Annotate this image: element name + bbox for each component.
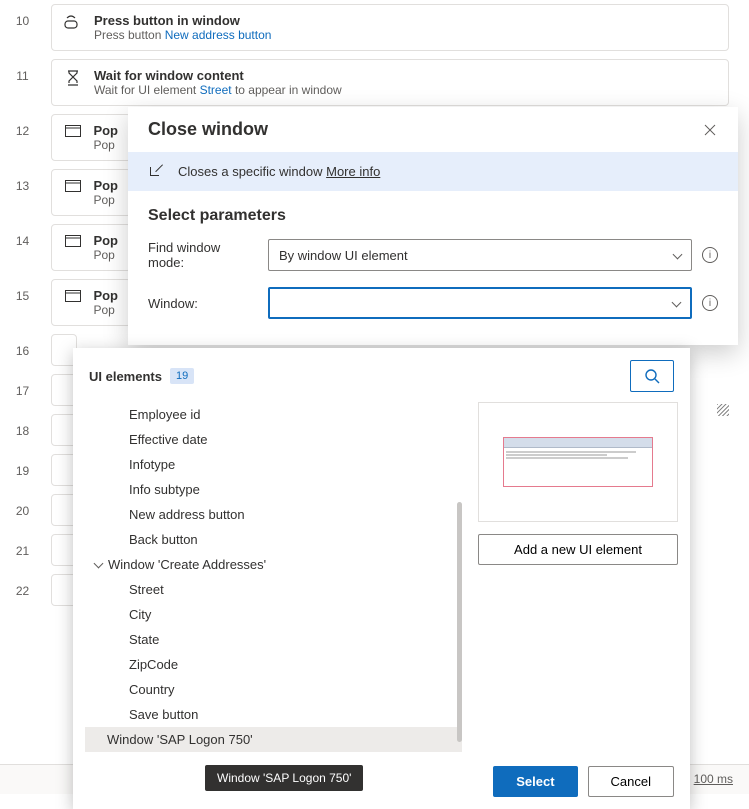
search-icon: [644, 368, 660, 384]
step-title: Pop: [93, 233, 118, 248]
step-subtitle: Wait for UI element Street to appear in …: [94, 83, 342, 97]
info-banner: Closes a specific window More info: [128, 152, 738, 191]
step-number: 10: [0, 0, 45, 28]
tree-item[interactable]: Country: [85, 677, 462, 702]
element-count-badge: 19: [170, 368, 194, 384]
step-title: Pop: [93, 123, 118, 138]
tree-group[interactable]: Window 'Create Addresses': [85, 552, 462, 577]
info-icon[interactable]: i: [702, 247, 718, 263]
window-label: Window:: [148, 296, 258, 311]
window-icon: [64, 233, 81, 247]
find-window-mode-row: Find window mode: By window UI element i: [128, 231, 738, 279]
close-icon[interactable]: [702, 122, 718, 138]
search-button[interactable]: [630, 360, 674, 392]
tree-item[interactable]: Effective date: [85, 427, 462, 452]
window-icon: [64, 178, 81, 192]
ui-elements-dropdown: UI elements 19 Employee id Effective dat…: [73, 348, 690, 809]
scrollbar[interactable]: [457, 502, 462, 742]
find-mode-select[interactable]: By window UI element: [268, 239, 692, 271]
step-card[interactable]: Press button in window Press button New …: [51, 4, 729, 51]
step-11[interactable]: 11 Wait for window content Wait for UI e…: [0, 55, 749, 110]
banner-description: Closes a specific window More info: [178, 164, 380, 179]
tree-item[interactable]: Back button: [85, 527, 462, 552]
step-title: Pop: [93, 178, 118, 193]
step-10[interactable]: 10 Press button in window Press button N…: [0, 0, 749, 55]
dropdown-title: UI elements: [89, 369, 162, 384]
window-icon: [64, 288, 81, 302]
select-button[interactable]: Select: [493, 766, 577, 797]
window-icon: [64, 123, 81, 137]
add-ui-element-button[interactable]: Add a new UI element: [478, 534, 678, 565]
tree-item[interactable]: Street: [85, 577, 462, 602]
dialog-title: Close window: [148, 119, 268, 140]
preview-thumbnail: [478, 402, 678, 522]
tree-item-hovered[interactable]: Window 'SAP Logon 750': [85, 727, 462, 752]
step-title: Press button in window: [94, 13, 271, 28]
press-icon: [64, 13, 82, 29]
section-title: Select parameters: [128, 191, 738, 231]
link-new-address[interactable]: New address button: [165, 28, 272, 42]
find-mode-label: Find window mode:: [148, 240, 258, 270]
chevron-down-icon: [95, 557, 102, 572]
ui-element-tree[interactable]: Employee id Effective date Infotype Info…: [85, 402, 462, 752]
step-number: 12: [0, 110, 45, 138]
tree-item[interactable]: Save button: [85, 702, 462, 727]
chevron-down-icon: [673, 296, 680, 311]
tree-item[interactable]: Employee id: [85, 402, 462, 427]
step-card[interactable]: Pop Pop: [51, 169, 131, 216]
info-icon[interactable]: i: [702, 295, 718, 311]
hourglass-icon: [64, 68, 82, 86]
tree-item[interactable]: Infotype: [85, 452, 462, 477]
link-street[interactable]: Street: [200, 83, 232, 97]
step-subtitle: Pop: [93, 303, 118, 317]
step-number: 15: [0, 275, 45, 303]
cancel-button[interactable]: Cancel: [588, 766, 674, 797]
chevron-down-icon: [674, 248, 681, 263]
step-subtitle: Press button New address button: [94, 28, 271, 42]
step-subtitle: Pop: [93, 138, 118, 152]
tree-item[interactable]: Info subtype: [85, 477, 462, 502]
step-title: Pop: [93, 288, 118, 303]
step-card[interactable]: Wait for window content Wait for UI elem…: [51, 59, 729, 106]
tree-item[interactable]: City: [85, 602, 462, 627]
window-row: Window: i: [128, 279, 738, 327]
preview-pane: Add a new UI element: [478, 402, 678, 752]
tooltip: Window 'SAP Logon 750': [205, 765, 363, 791]
window-select[interactable]: [268, 287, 692, 319]
arrow-down-left-icon: [148, 165, 162, 179]
tree-item[interactable]: ZipCode: [85, 652, 462, 677]
more-info-link[interactable]: More info: [326, 164, 380, 179]
step-subtitle: Pop: [93, 248, 118, 262]
step-card[interactable]: Pop Pop: [51, 224, 131, 271]
step-title: Wait for window content: [94, 68, 342, 83]
step-number: 13: [0, 165, 45, 193]
step-card[interactable]: Pop Pop: [51, 279, 131, 326]
step-subtitle: Pop: [93, 193, 118, 207]
tree-item[interactable]: New address button: [85, 502, 462, 527]
close-window-dialog: Close window Closes a specific window Mo…: [128, 107, 738, 345]
step-number: 11: [0, 55, 45, 83]
step-card[interactable]: Pop Pop: [51, 114, 131, 161]
window-thumbnail: [503, 437, 653, 487]
tree-item[interactable]: State: [85, 627, 462, 652]
run-delay-value[interactable]: 100 ms: [694, 772, 733, 786]
step-number: 14: [0, 220, 45, 248]
